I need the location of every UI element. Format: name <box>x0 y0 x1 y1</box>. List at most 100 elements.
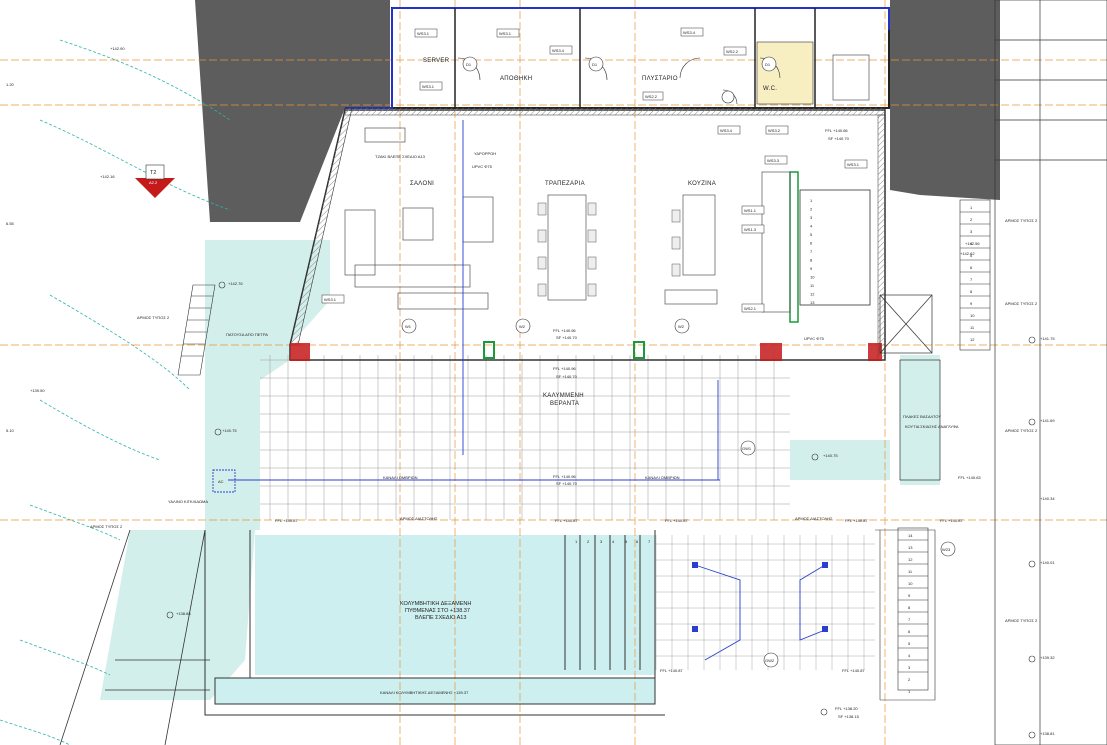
svg-text:ΑΡΜΟΣ ΤΥΠΟΣ 2: ΑΡΜΟΣ ΤΥΠΟΣ 2 <box>137 315 170 320</box>
svg-text:ΑΡΜΟΣ ΤΥΠΟΣ 2: ΑΡΜΟΣ ΤΥΠΟΣ 2 <box>1005 218 1038 223</box>
svg-text:WS2.1: WS2.1 <box>744 306 757 311</box>
svg-text:W1: W1 <box>405 324 412 329</box>
stair-step-number: 14 <box>908 533 913 538</box>
svg-text:ΑΡΜΟΣ ΔΙΑΣΤΟΛΗΣ: ΑΡΜΟΣ ΔΙΑΣΤΟΛΗΣ <box>400 516 438 521</box>
svg-text:ΚΑΝΑΛΙ ΟΜΒΡΙΩΝ: ΚΑΝΑΛΙ ΟΜΒΡΙΩΝ <box>383 475 418 480</box>
pool-label-3: ΒΛΕΠΕ ΣΧΕΔΙΟ Α13 <box>415 615 466 621</box>
svg-text:W2: W2 <box>678 324 685 329</box>
deck-tiles <box>655 535 875 670</box>
svg-text:WS3.4: WS3.4 <box>720 128 733 133</box>
terrace-right <box>900 355 940 485</box>
svg-text:+142.16: +142.16 <box>100 174 115 179</box>
room-storage: ΑΠΟΘΗΚΗ <box>500 76 532 82</box>
room-laundry: ΠΛΥΣΤΑΡΙΟ <box>642 76 678 82</box>
svg-text:FFL +140.66: FFL +140.66 <box>825 128 848 133</box>
svg-text:FFL +140.96: FFL +140.96 <box>553 474 576 479</box>
svg-text:ΑΡΜΟΣ ΔΙΑΣΤΟΛΗΣ: ΑΡΜΟΣ ΔΙΑΣΤΟΛΗΣ <box>795 516 833 521</box>
svg-text:ΑΡΜΟΣ ΤΥΠΟΣ 2: ΑΡΜΟΣ ΤΥΠΟΣ 2 <box>1005 301 1038 306</box>
svg-text:WS2.2: WS2.2 <box>645 94 658 99</box>
svg-text:FFL +140.87: FFL +140.87 <box>940 518 963 523</box>
svg-text:WS3.2: WS3.2 <box>768 128 781 133</box>
roof-right <box>890 0 1000 200</box>
stair-step-number: 10 <box>970 313 975 318</box>
svg-text:FFL +140.87: FFL +140.87 <box>665 518 688 523</box>
svg-text:5.10: 5.10 <box>6 428 15 433</box>
svg-text:ΚΟΥΤΙΑ ΣΚΙΑΣΗΣ ΑΝΑΓΛΥΦΑ: ΚΟΥΤΙΑ ΣΚΙΑΣΗΣ ΑΝΑΓΛΥΦΑ <box>905 424 959 429</box>
svg-text:SF +138.15: SF +138.15 <box>838 714 860 719</box>
svg-text:WS1.3: WS1.3 <box>744 227 757 232</box>
svg-text:D1: D1 <box>466 62 472 67</box>
svg-text:FFL +140.87: FFL +140.87 <box>555 518 578 523</box>
svg-text:UPVC Φ75: UPVC Φ75 <box>472 164 493 169</box>
svg-text:+142.62: +142.62 <box>960 251 975 256</box>
svg-text:WS3.1: WS3.1 <box>847 162 860 167</box>
svg-text:+142.56: +142.56 <box>965 241 980 246</box>
svg-text:GW2: GW2 <box>765 658 775 663</box>
stair-step-number: 12 <box>970 337 975 342</box>
room-veranda-2: ΒΕΡΑΝΤΑ <box>550 401 579 407</box>
svg-text:W2: W2 <box>519 324 526 329</box>
svg-text:FFL +140.87: FFL +140.87 <box>275 518 298 523</box>
svg-text:ΤΖΑΚΙ ΒΛΕΠΕ ΣΧΕΔΙΟ Α13: ΤΖΑΚΙ ΒΛΕΠΕ ΣΧΕΔΙΟ Α13 <box>375 154 426 159</box>
svg-text:FFL +140.87: FFL +140.87 <box>842 668 865 673</box>
svg-text:WS3.1: WS3.1 <box>417 31 430 36</box>
svg-text:A2.2: A2.2 <box>149 180 158 185</box>
pool-channel-label: ΚΑΝΑΛΙ ΚΟΛΥΜΒΗΤΙΚΗΣ ΔΕΞΑΜΕΝΗΣ +139.37 <box>380 690 469 695</box>
svg-text:+141.69: +141.69 <box>1040 418 1055 423</box>
svg-text:+138.81: +138.81 <box>1040 731 1055 736</box>
room-server: SERVER <box>423 58 450 64</box>
pool-label-2: ΠΥΘΜΕΝΑΣ ΣΤΟ +138.37 <box>405 608 470 614</box>
room-living: ΣΑΛΟΝΙ <box>410 181 434 187</box>
room-kitchen: ΚΟΥΖΙΝΑ <box>688 181 716 187</box>
svg-text:1.20: 1.20 <box>6 82 15 87</box>
svg-text:WS3.1: WS3.1 <box>422 84 435 89</box>
svg-text:SF +140.70: SF +140.70 <box>828 136 850 141</box>
svg-text:ΥΑΛΙΝΟ ΚΙΓΚΛΙΔΩΜΑ: ΥΑΛΙΝΟ ΚΙΓΚΛΙΔΩΜΑ <box>168 499 208 504</box>
stair-step-number: 10 <box>908 581 913 586</box>
svg-text:FFL +140.96: FFL +140.96 <box>553 328 576 333</box>
svg-text:+141.75: +141.75 <box>1040 336 1055 341</box>
svg-text:+140.75: +140.75 <box>823 453 838 458</box>
svg-text:WS3.3: WS3.3 <box>767 158 780 163</box>
svg-text:+140.75: +140.75 <box>222 428 237 433</box>
svg-text:SF +140.70: SF +140.70 <box>556 481 578 486</box>
room-wc: W.C. <box>763 86 777 92</box>
svg-text:ΠΑΤΟΥΣΑ ΑΠΟ ΠΕΤΡΑ: ΠΑΤΟΥΣΑ ΑΠΟ ΠΕΤΡΑ <box>226 332 268 337</box>
svg-text:ΑΡΜΟΣ ΤΥΠΟΣ 2: ΑΡΜΟΣ ΤΥΠΟΣ 2 <box>90 524 123 529</box>
svg-text:W23: W23 <box>942 547 951 552</box>
svg-text:WS3.1: WS3.1 <box>324 297 337 302</box>
svg-text:FFL +140.96: FFL +140.96 <box>553 366 576 371</box>
floor-plan: ΑC SERVER ΑΠΟΘΗΚΗ ΠΛΥΣΤΑΡΙΟ W.C. ΣΑΛΟΝΙ … <box>0 0 1107 745</box>
svg-text:+139.32: +139.32 <box>1040 655 1055 660</box>
svg-text:WS1.1: WS1.1 <box>744 208 757 213</box>
svg-text:FFL +140.63: FFL +140.63 <box>958 475 981 480</box>
svg-text:WS3.1: WS3.1 <box>499 31 512 36</box>
svg-text:+140.34: +140.34 <box>1040 496 1055 501</box>
pool-label-1: ΚΟΛΥΜΒΗΤΙΚΗ ΔΕΞΑΜΕΝΗ <box>400 601 471 607</box>
svg-text:UPVC Φ75: UPVC Φ75 <box>804 336 825 341</box>
svg-text:GW1: GW1 <box>742 446 752 451</box>
svg-text:FFL +140.87: FFL +140.87 <box>660 668 683 673</box>
stair-step-number: 12 <box>810 292 815 297</box>
svg-text:T2: T2 <box>150 170 156 176</box>
svg-text:ΑΡΜΟΣ ΤΥΠΟΣ 2: ΑΡΜΟΣ ΤΥΠΟΣ 2 <box>1005 618 1038 623</box>
svg-text:FFL +140.87: FFL +140.87 <box>845 518 868 523</box>
svg-text:WS2.2: WS2.2 <box>726 49 739 54</box>
room-veranda-1: ΚΑΛΥΜΜΕΝΗ <box>543 393 584 399</box>
svg-text:+142.90: +142.90 <box>110 46 125 51</box>
svg-text:+138.88: +138.88 <box>176 611 191 616</box>
svg-text:SF +140.70: SF +140.70 <box>556 335 578 340</box>
stair-step-number: 13 <box>810 300 815 305</box>
svg-text:ΑΡΜΟΣ ΤΥΠΟΣ 2: ΑΡΜΟΣ ΤΥΠΟΣ 2 <box>1005 428 1038 433</box>
ac-label: ΑC <box>218 479 224 484</box>
svg-text:WS3.4: WS3.4 <box>683 30 696 35</box>
svg-text:+142.76: +142.76 <box>228 281 243 286</box>
svg-text:D1: D1 <box>765 62 771 67</box>
svg-text:FFL +138.20: FFL +138.20 <box>835 706 858 711</box>
stair-step-number: 13 <box>908 545 913 550</box>
svg-text:SF +140.70: SF +140.70 <box>556 374 578 379</box>
stair-step-number: 10 <box>810 275 815 280</box>
terrace-right-2 <box>790 440 890 480</box>
svg-text:WS3.4: WS3.4 <box>552 48 565 53</box>
svg-text:D1: D1 <box>592 62 598 67</box>
